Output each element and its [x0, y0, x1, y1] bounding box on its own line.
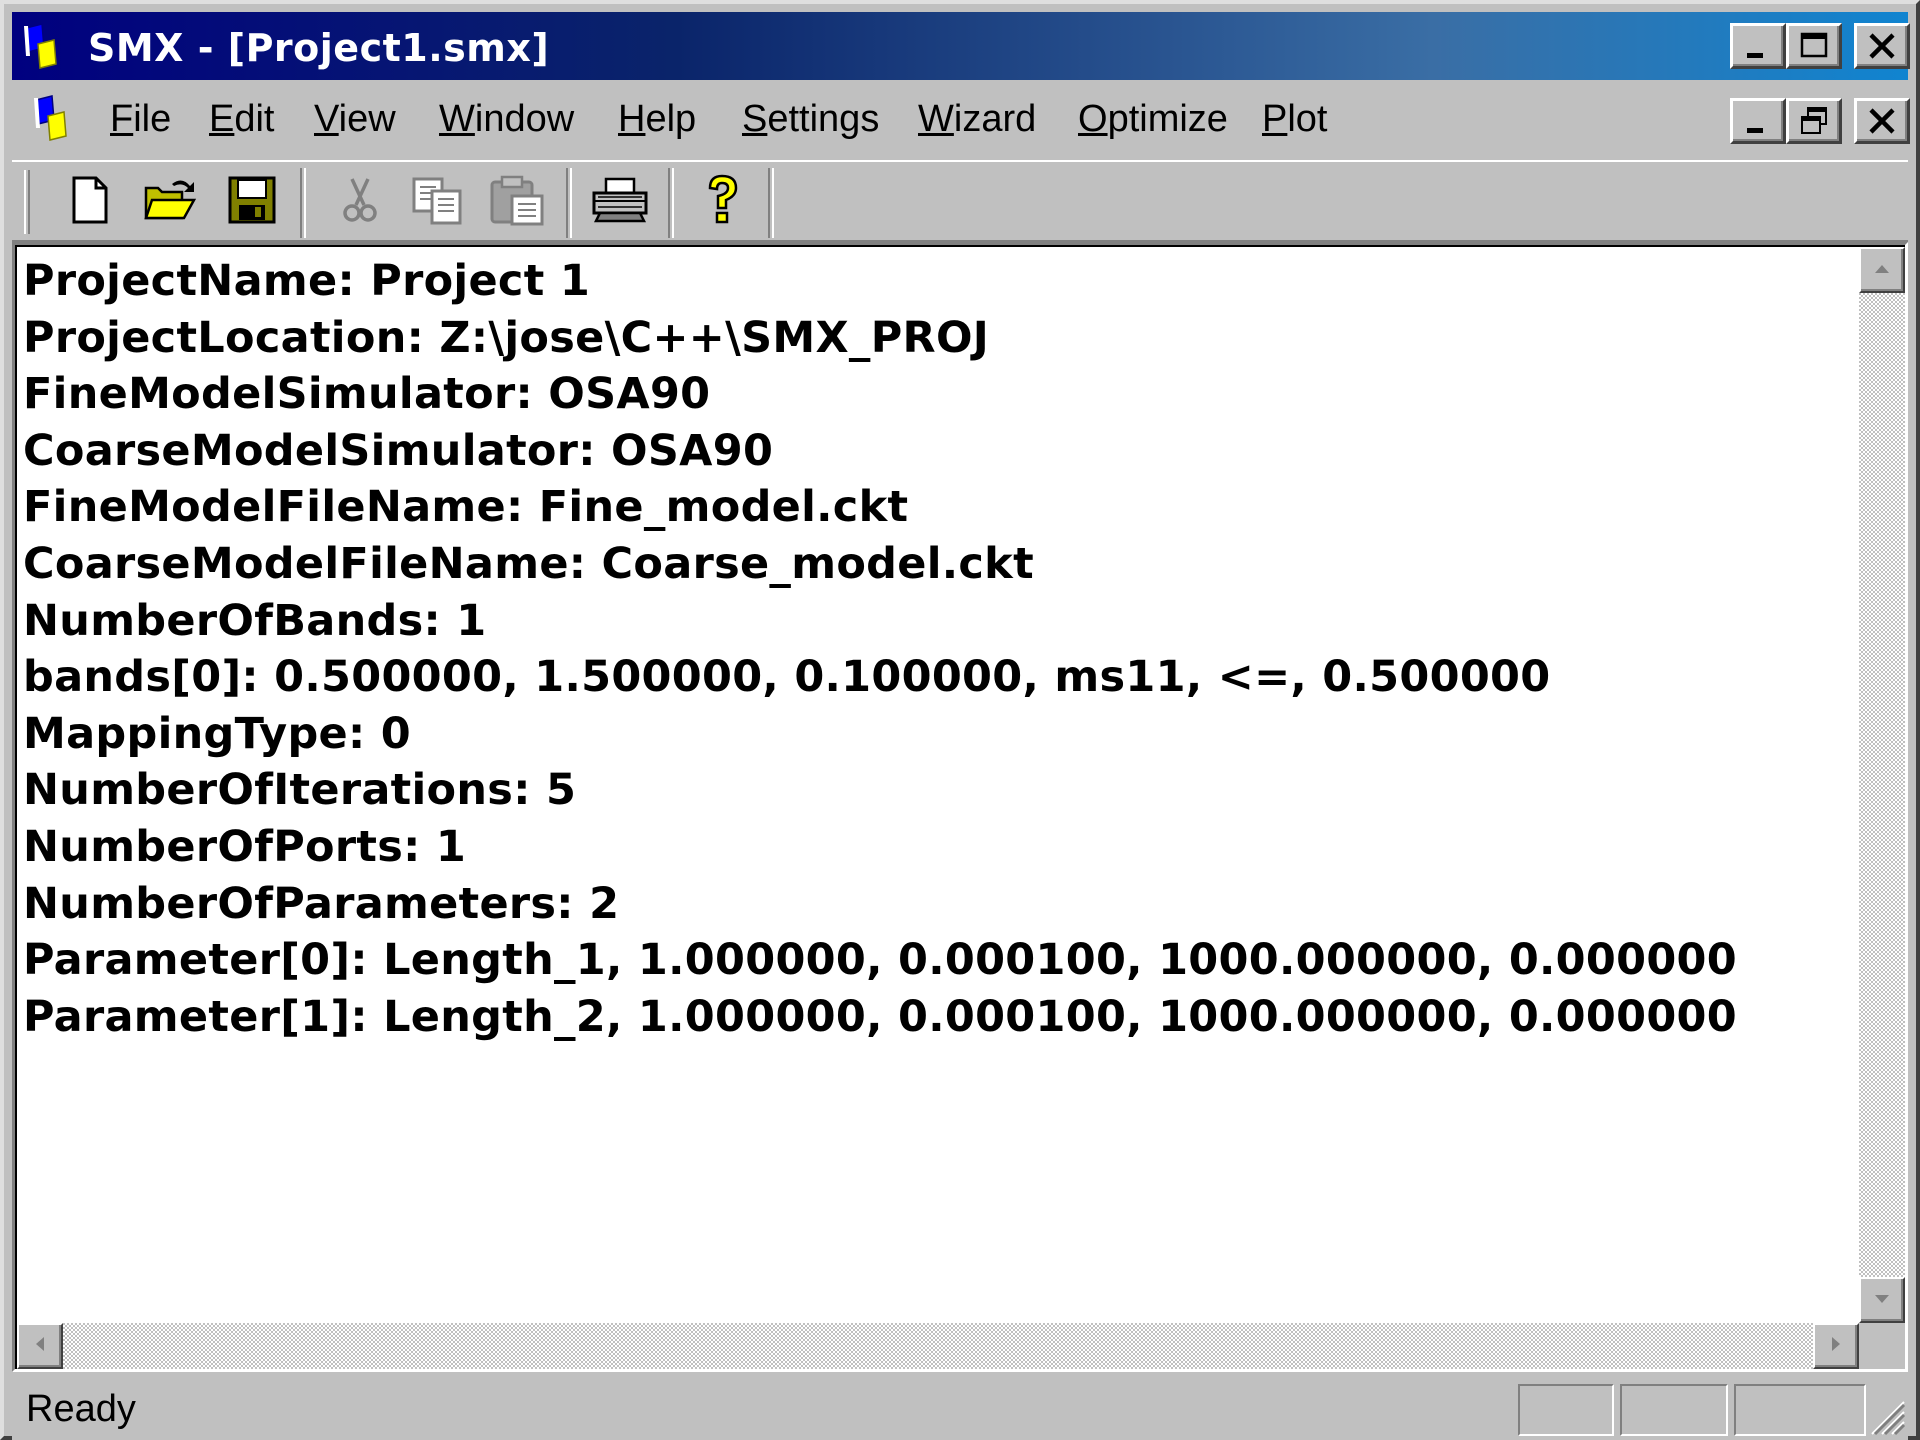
paste-button[interactable] [488, 170, 548, 234]
resize-grip-icon[interactable] [1866, 1396, 1906, 1436]
document-line: MappingType: 0 [23, 708, 411, 759]
menu-view[interactable]: View [314, 98, 396, 141]
close-button[interactable] [1854, 23, 1910, 69]
smx-app-icon[interactable] [20, 22, 60, 72]
copy-icon [410, 175, 466, 229]
scrollbar-corner [1859, 1323, 1905, 1369]
document-line: bands[0]: 0.500000, 1.500000, 0.100000, … [23, 652, 1551, 703]
arrow-right-icon [1829, 1334, 1843, 1358]
new-file-button[interactable] [60, 170, 120, 234]
help-button[interactable] [692, 170, 752, 234]
document-line: NumberOfBands: 1 [23, 595, 487, 646]
menu-file[interactable]: File [110, 98, 171, 141]
scroll-right-button[interactable] [1813, 1323, 1859, 1369]
restore-icon [1799, 106, 1829, 136]
maximize-icon [1799, 31, 1829, 61]
mdi-minimize-button[interactable] [1730, 98, 1786, 144]
document-frame: ProjectName: Project 1 ProjectLocation: … [15, 245, 1905, 1369]
application-window: SMX - [Project1.smx] File Edit View Wind… [0, 0, 1920, 1440]
vertical-scrollbar[interactable] [1859, 247, 1905, 1323]
menu-edit[interactable]: Edit [209, 98, 275, 141]
document-line: FineModelFileName: Fine_model.ckt [23, 482, 909, 533]
open-folder-icon [142, 176, 198, 228]
status-pane [1518, 1384, 1614, 1436]
scroll-left-button[interactable] [17, 1323, 63, 1369]
close-icon [1867, 106, 1897, 136]
new-file-icon [68, 175, 112, 229]
toolbar [12, 160, 1908, 242]
scroll-down-button[interactable] [1859, 1277, 1905, 1323]
document-line: CoarseModelSimulator: OSA90 [23, 425, 774, 476]
document-line: ProjectLocation: Z:\jose\C++\SMX_PROJ [23, 312, 990, 363]
document-line: NumberOfIterations: 5 [23, 765, 577, 816]
window-title: SMX - [Project1.smx] [88, 26, 550, 70]
horizontal-scrollbar[interactable] [17, 1323, 1859, 1369]
arrow-down-icon [1872, 1291, 1892, 1310]
toolbar-separator [300, 168, 306, 238]
arrow-up-icon [1872, 261, 1892, 280]
document-line: Parameter[0]: Length_1, 1.000000, 0.0001… [23, 935, 1737, 986]
document-system-icon[interactable] [30, 94, 70, 144]
save-button[interactable] [222, 170, 282, 234]
mdi-restore-button[interactable] [1786, 98, 1842, 144]
cut-button[interactable] [330, 170, 390, 234]
close-icon [1867, 31, 1897, 61]
status-text: Ready [26, 1388, 136, 1430]
print-button[interactable] [590, 170, 650, 234]
mdi-close-button[interactable] [1854, 98, 1910, 144]
save-disk-icon [227, 175, 277, 229]
document-text-area[interactable]: ProjectName: Project 1 ProjectLocation: … [17, 247, 1859, 1323]
open-file-button[interactable] [140, 170, 200, 234]
menu-plot[interactable]: Plot [1262, 98, 1328, 141]
menu-help[interactable]: Help [618, 98, 696, 141]
menu-wizard[interactable]: Wizard [918, 98, 1036, 141]
help-question-icon [702, 172, 742, 232]
title-bar[interactable]: SMX - [Project1.smx] [12, 12, 1910, 80]
minimize-button[interactable] [1730, 23, 1786, 69]
minimize-icon [1743, 31, 1773, 61]
status-pane [1620, 1384, 1728, 1436]
document-line: NumberOfParameters: 2 [23, 878, 620, 929]
document-view: ProjectName: Project 1 ProjectLocation: … [12, 242, 1908, 1372]
window-content: SMX - [Project1.smx] File Edit View Wind… [12, 12, 1910, 1440]
menu-settings[interactable]: Settings [742, 98, 879, 141]
print-icon [590, 175, 650, 229]
paste-clipboard-icon [488, 174, 548, 230]
menu-window[interactable]: Window [439, 98, 574, 141]
scroll-up-button[interactable] [1859, 247, 1905, 293]
maximize-button[interactable] [1786, 23, 1842, 69]
document-line: Parameter[1]: Length_2, 1.000000, 0.0001… [23, 991, 1737, 1042]
toolbar-grip[interactable] [24, 170, 30, 234]
document-line: ProjectName: Project 1 [23, 256, 591, 306]
toolbar-separator [566, 168, 572, 238]
menu-optimize[interactable]: Optimize [1078, 98, 1228, 141]
toolbar-separator [668, 168, 674, 238]
status-bar: Ready [12, 1374, 1908, 1440]
menu-bar: File Edit View Window Help Settings Wiza… [12, 84, 1910, 156]
arrow-left-icon [33, 1334, 47, 1358]
copy-button[interactable] [408, 170, 468, 234]
document-line: FineModelSimulator: OSA90 [23, 369, 711, 420]
toolbar-separator [768, 168, 774, 238]
document-line: NumberOfPorts: 1 [23, 821, 467, 872]
document-line: CoarseModelFileName: Coarse_model.ckt [23, 538, 1034, 589]
minimize-icon [1743, 106, 1773, 136]
cut-scissors-icon [338, 175, 382, 229]
status-pane [1734, 1384, 1866, 1436]
